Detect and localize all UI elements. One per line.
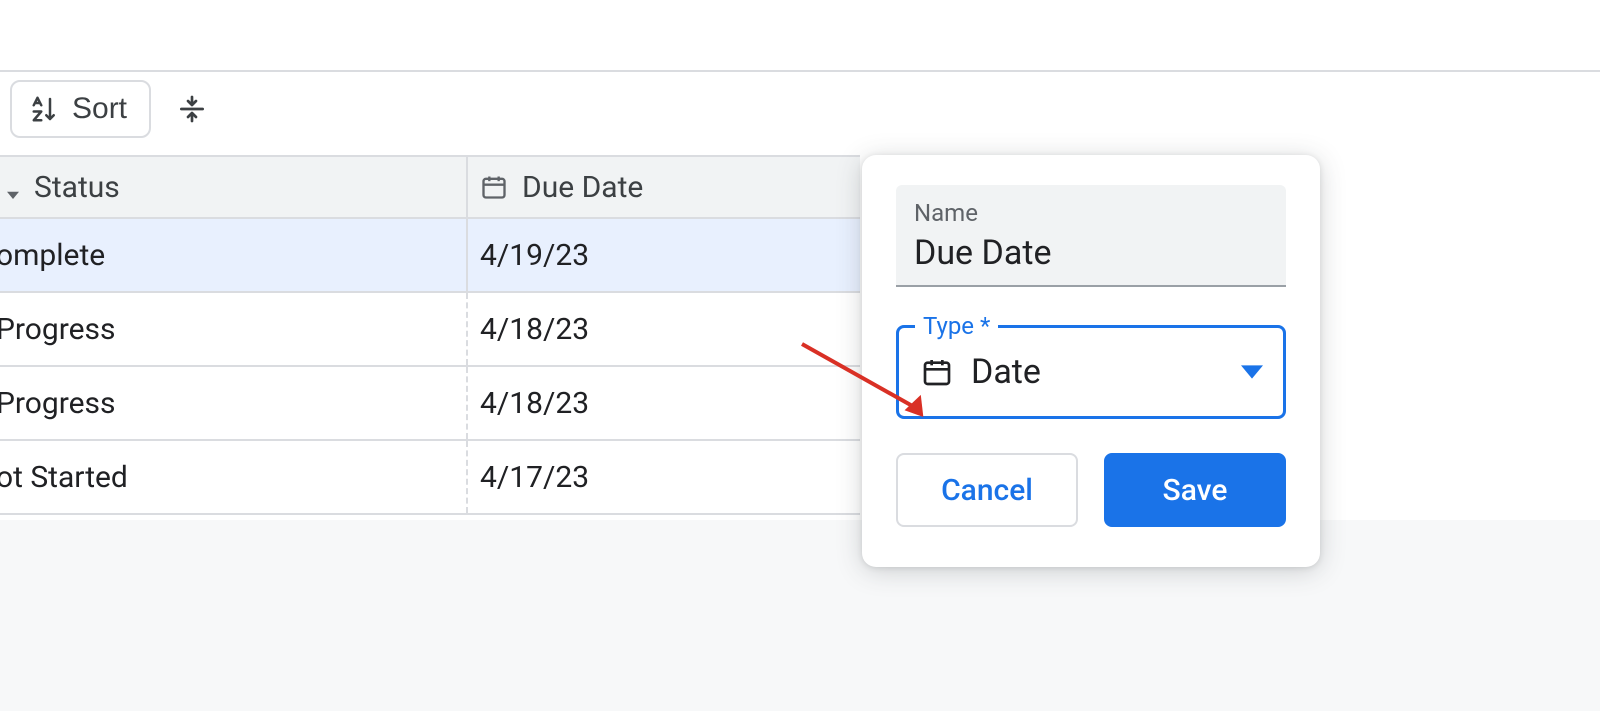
calendar-icon bbox=[921, 356, 953, 388]
cell-status-text: Progress bbox=[0, 386, 116, 421]
sort-label: Sort bbox=[72, 92, 127, 126]
toolbar: Sort bbox=[10, 80, 219, 138]
table-row[interactable]: omplete 4/19/23 bbox=[0, 219, 860, 293]
calendar-icon bbox=[480, 173, 508, 201]
column-header-status[interactable]: Status bbox=[0, 157, 468, 217]
cell-due-date: 4/18/23 bbox=[468, 367, 860, 439]
cell-due-date-text: 4/19/23 bbox=[480, 238, 589, 273]
dropdown-icon bbox=[6, 175, 20, 199]
name-field-value: Due Date bbox=[914, 233, 1268, 273]
column-header-due-date-label: Due Date bbox=[522, 170, 643, 205]
save-button[interactable]: Save bbox=[1104, 453, 1286, 527]
cell-status: omplete bbox=[0, 219, 468, 291]
lower-background bbox=[0, 520, 1600, 711]
cell-status-text: ot Started bbox=[0, 460, 128, 495]
column-header-due-date[interactable]: Due Date bbox=[468, 157, 860, 217]
cell-status: Progress bbox=[0, 293, 468, 365]
caret-down-icon bbox=[1241, 361, 1263, 383]
cell-status-text: Progress bbox=[0, 312, 116, 347]
top-strip bbox=[0, 0, 1600, 72]
cell-status: ot Started bbox=[0, 441, 468, 513]
name-field[interactable]: Name Due Date bbox=[896, 185, 1286, 287]
type-select-value: Date bbox=[971, 352, 1223, 392]
grid-header: Status Due Date bbox=[0, 155, 860, 219]
cell-status-text: omplete bbox=[0, 238, 105, 273]
cell-due-date: 4/17/23 bbox=[468, 441, 860, 513]
cancel-button-label: Cancel bbox=[941, 473, 1033, 508]
column-header-status-label: Status bbox=[34, 170, 120, 205]
cell-due-date-text: 4/18/23 bbox=[480, 312, 589, 347]
sort-button[interactable]: Sort bbox=[10, 80, 151, 138]
data-grid: Status Due Date omplete 4/19/23 Progress 4/… bbox=[0, 155, 860, 515]
table-row[interactable]: ot Started 4/17/23 bbox=[0, 441, 860, 515]
cell-due-date: 4/19/23 bbox=[468, 219, 860, 291]
name-field-label: Name bbox=[914, 199, 1268, 227]
cell-due-date-text: 4/17/23 bbox=[480, 460, 589, 495]
type-select-label: Type * bbox=[915, 312, 998, 340]
popup-actions: Cancel Save bbox=[896, 453, 1286, 527]
column-edit-popup: Name Due Date Type * Date Cancel bbox=[862, 155, 1320, 567]
save-button-label: Save bbox=[1163, 473, 1228, 508]
sort-az-icon bbox=[30, 94, 60, 124]
cell-due-date-text: 4/18/23 bbox=[480, 386, 589, 421]
type-select[interactable]: Type * Date bbox=[896, 325, 1286, 419]
row-height-button[interactable] bbox=[165, 82, 219, 136]
table-row[interactable]: Progress 4/18/23 bbox=[0, 293, 860, 367]
cell-status: Progress bbox=[0, 367, 468, 439]
cell-due-date: 4/18/23 bbox=[468, 293, 860, 365]
cancel-button[interactable]: Cancel bbox=[896, 453, 1078, 527]
table-row[interactable]: Progress 4/18/23 bbox=[0, 367, 860, 441]
compress-icon bbox=[176, 93, 208, 125]
